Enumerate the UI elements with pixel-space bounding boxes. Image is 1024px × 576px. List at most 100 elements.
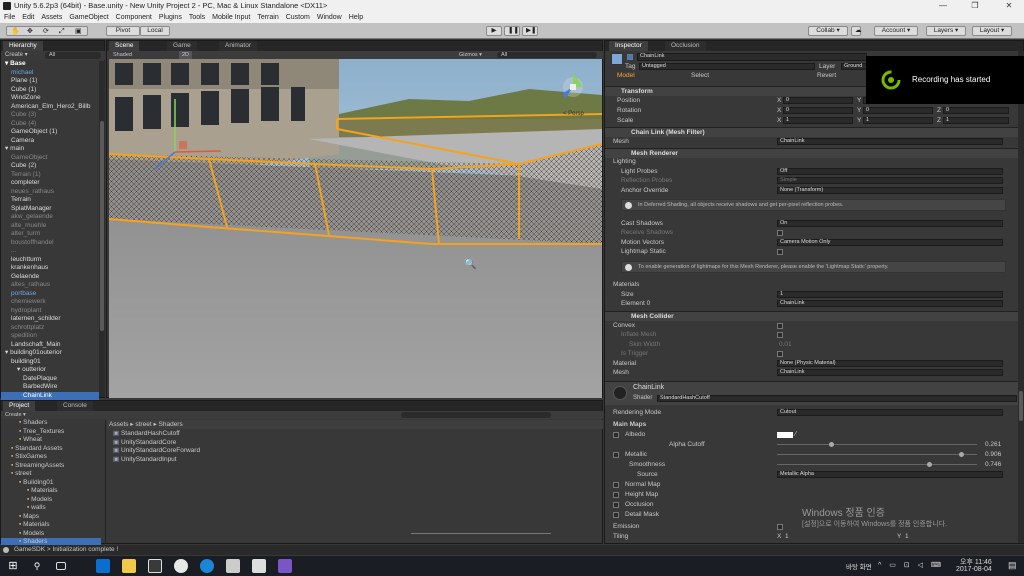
tag-dropdown[interactable]: Untagged bbox=[639, 63, 815, 71]
motion-vectors-dropdown[interactable]: Camera Motion Only bbox=[777, 239, 1003, 247]
hierarchy-item[interactable]: Terrain (1) bbox=[1, 171, 99, 180]
revert-button[interactable]: Revert bbox=[817, 71, 836, 81]
menu-item-gameobject[interactable]: GameObject bbox=[69, 14, 108, 21]
hierarchy-item[interactable]: schrottplatz bbox=[1, 324, 99, 333]
inspector-scrollbar[interactable] bbox=[1018, 51, 1024, 543]
smoothness-thumb[interactable] bbox=[927, 462, 932, 467]
hierarchy-item[interactable]: Cube (2) bbox=[1, 162, 99, 171]
hierarchy-item[interactable]: ▾ building01outerior bbox=[1, 349, 99, 358]
gizmos-dropdown[interactable]: Gizmos ▾ bbox=[459, 51, 482, 59]
reflection-probes-dropdown[interactable]: Simple bbox=[777, 177, 1003, 185]
materials-foldout[interactable]: Materials bbox=[605, 280, 1018, 290]
notifications-icon[interactable]: ▤ bbox=[1008, 560, 1017, 571]
hierarchy-item[interactable]: ChainLink bbox=[1, 391, 99, 400]
menu-item-file[interactable]: File bbox=[4, 14, 15, 21]
hierarchy-item[interactable]: ▾ Base bbox=[1, 60, 99, 69]
metallic-thumb[interactable] bbox=[959, 452, 964, 457]
scene-viewport[interactable]: < Persp 🔍 bbox=[109, 59, 602, 398]
occlusion-map-slot[interactable] bbox=[613, 502, 619, 508]
clock-date[interactable]: 2017-08-04 bbox=[956, 566, 992, 573]
edge-icon[interactable] bbox=[96, 559, 110, 573]
hierarchy-item[interactable]: portbase bbox=[1, 290, 99, 299]
hierarchy-item[interactable]: michael bbox=[1, 69, 99, 78]
chrome-icon[interactable] bbox=[174, 559, 188, 573]
mesh-filter-mesh-field[interactable]: ChainLink bbox=[777, 138, 1003, 146]
project-file-item[interactable]: ▣ StandardHashCutoff bbox=[113, 430, 313, 439]
active-checkbox[interactable] bbox=[627, 54, 633, 60]
alpha-cutoff-thumb[interactable] bbox=[829, 442, 834, 447]
hierarchy-item[interactable]: alte_muehle bbox=[1, 222, 99, 231]
store-icon[interactable] bbox=[148, 559, 162, 573]
rect-tool-icon[interactable]: ▣ bbox=[75, 28, 82, 36]
play-button[interactable]: ▶ bbox=[486, 26, 502, 36]
hierarchy-item[interactable]: laternen_schilder bbox=[1, 315, 99, 324]
tab-project[interactable]: Project bbox=[3, 401, 36, 411]
hierarchy-scrollbar[interactable] bbox=[99, 61, 105, 397]
collab-dropdown[interactable]: Collab ▾ bbox=[808, 26, 848, 36]
project-file-item[interactable]: ▣ UnityStandardInput bbox=[113, 456, 313, 465]
hierarchy-item[interactable]: BarbedWire bbox=[1, 383, 99, 392]
mesh-collider-header[interactable]: Mesh Collider bbox=[605, 311, 1018, 321]
pivot-toggle[interactable]: Pivot bbox=[106, 26, 140, 36]
hierarchy-item[interactable]: ▾ main bbox=[1, 145, 99, 154]
hierarchy-item[interactable]: completer bbox=[1, 179, 99, 188]
menu-item-window[interactable]: Window bbox=[317, 14, 342, 21]
convex-checkbox[interactable] bbox=[777, 323, 783, 329]
hierarchy-item[interactable]: krankenhaus bbox=[1, 264, 99, 273]
layout-dropdown[interactable]: Layout ▾ bbox=[972, 26, 1012, 36]
element0-field[interactable]: ChainLink bbox=[777, 300, 1003, 308]
hierarchy-item[interactable]: GameObject bbox=[1, 154, 99, 163]
layer-dropdown[interactable]: Ground bbox=[841, 63, 867, 71]
trigger-checkbox[interactable] bbox=[777, 351, 783, 357]
source-dropdown[interactable]: Metallic Alpha bbox=[777, 471, 1003, 479]
project-folder-item[interactable]: ▪ Maps bbox=[1, 513, 101, 522]
hierarchy-item[interactable]: neues_rathaus bbox=[1, 188, 99, 197]
project-create-button[interactable]: Create ▾ bbox=[5, 411, 26, 419]
select-button[interactable]: Select bbox=[691, 71, 709, 81]
rotation-x[interactable]: 0 bbox=[783, 107, 853, 115]
hierarchy-item[interactable]: akw_gelaende bbox=[1, 213, 99, 222]
emission-checkbox[interactable] bbox=[777, 524, 783, 530]
height-map-slot[interactable] bbox=[613, 492, 619, 498]
light-probes-dropdown[interactable]: Off bbox=[777, 168, 1003, 176]
step-button[interactable]: ▶❚ bbox=[522, 26, 538, 36]
file-explorer-icon[interactable] bbox=[122, 559, 136, 573]
project-folder-item[interactable]: ▪ StixGames bbox=[1, 453, 101, 462]
material-header[interactable]: ChainLink Shader StandardHashCutoff bbox=[605, 381, 1018, 405]
hierarchy-item[interactable]: Terrain bbox=[1, 196, 99, 205]
project-folder-item[interactable]: ▪ Building01 bbox=[1, 479, 101, 488]
hierarchy-item[interactable]: Cube (1) bbox=[1, 86, 99, 95]
project-folder-item[interactable]: ▪ Wheat bbox=[1, 436, 101, 445]
mesh-filter-header[interactable]: Chain Link (Mesh Filter) bbox=[605, 127, 1018, 137]
hierarchy-item[interactable]: Gelaende bbox=[1, 273, 99, 282]
project-breadcrumb[interactable]: Assets ▸ street ▸ Shaders bbox=[107, 420, 603, 429]
tab-console[interactable]: Console bbox=[57, 401, 93, 411]
alpha-cutoff-slider[interactable] bbox=[777, 444, 977, 445]
scale-z[interactable]: 1 bbox=[943, 117, 1009, 125]
tab-game[interactable]: Game bbox=[167, 41, 197, 51]
collider-mesh-field[interactable]: ChainLink bbox=[777, 369, 1003, 377]
move-tool-icon[interactable]: ✥ bbox=[27, 28, 33, 36]
status-bar[interactable]: GameSDK > Initialization complete ! bbox=[0, 545, 1024, 555]
alpha-cutoff-value[interactable]: 0.261 bbox=[985, 440, 1001, 450]
rotation-y[interactable]: 0 bbox=[863, 107, 933, 115]
search-icon[interactable]: ⚲ bbox=[30, 559, 44, 573]
desktop-label[interactable]: 바탕 화면 bbox=[846, 561, 872, 571]
smoothness-slider[interactable] bbox=[777, 464, 977, 465]
maximize-button[interactable]: ❐ bbox=[960, 0, 990, 12]
detail-mask-slot[interactable] bbox=[613, 512, 619, 518]
scale-tool-icon[interactable]: ⤢ bbox=[59, 28, 65, 36]
shader-dropdown[interactable]: StandardHashCutoff bbox=[657, 395, 1017, 402]
tiling-x[interactable]: 1 bbox=[785, 532, 789, 542]
menu-item-custom[interactable]: Custom bbox=[286, 14, 310, 21]
hierarchy-item[interactable]: Cube (4) bbox=[1, 120, 99, 129]
collider-material-field[interactable]: None (Physic Material) bbox=[777, 360, 1003, 368]
tab-inspector[interactable]: Inspector bbox=[609, 41, 648, 51]
hierarchy-item[interactable]: boustoffhandel bbox=[1, 239, 99, 248]
local-toggle[interactable]: Local bbox=[140, 26, 170, 36]
lightmap-static-checkbox[interactable] bbox=[777, 249, 783, 255]
materials-size-field[interactable]: 1 bbox=[777, 291, 1003, 299]
hierarchy-item[interactable]: chemiewerk bbox=[1, 298, 99, 307]
menu-item-terrain[interactable]: Terrain bbox=[257, 14, 278, 21]
hierarchy-item[interactable]: American_Elm_Hero2_Billb bbox=[1, 103, 99, 112]
